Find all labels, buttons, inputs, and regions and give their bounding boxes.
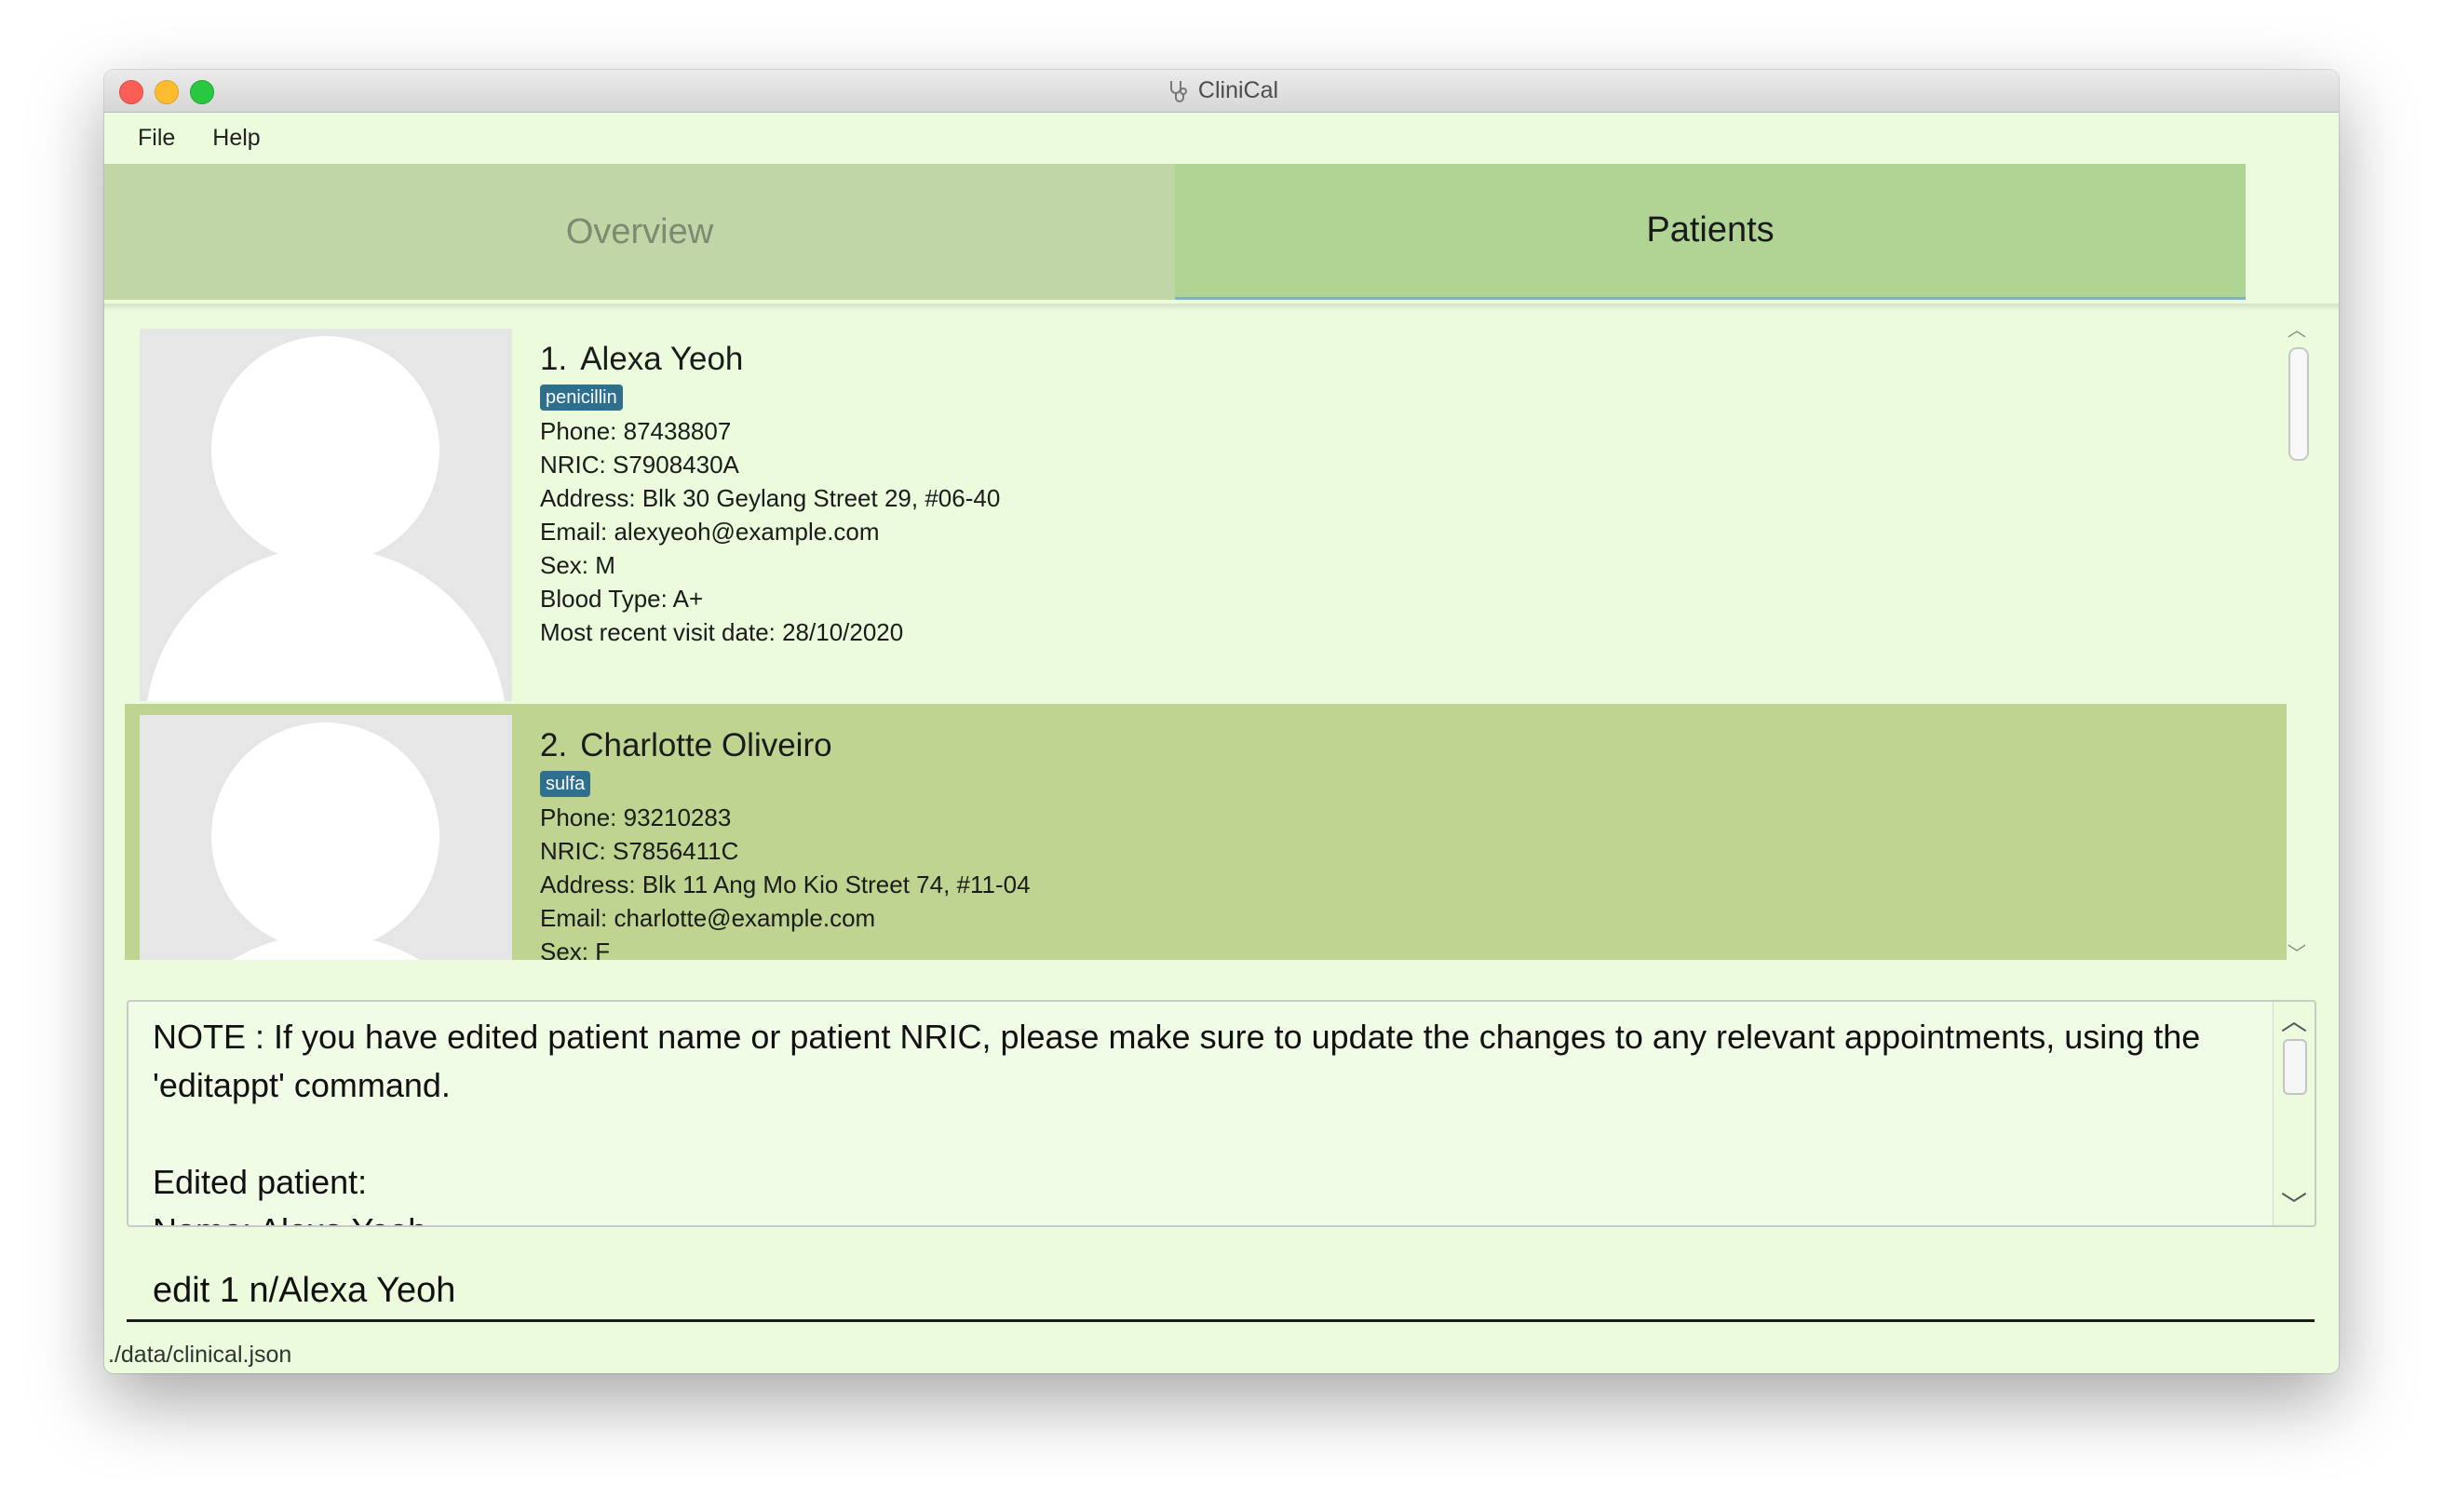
patient-sex: Sex: M	[540, 551, 615, 579]
patient-email: Email: charlotte@example.com	[540, 904, 876, 932]
stethoscope-icon	[1169, 80, 1187, 102]
title-bar: CliniCal	[104, 70, 2339, 113]
menu-bar: File Help	[104, 113, 2339, 164]
patient-phone: Phone: 87438807	[540, 417, 732, 445]
patient-email: Email: alexyeoh@example.com	[540, 518, 880, 546]
patient-visit-date: Most recent visit date: 28/10/2020	[540, 618, 904, 646]
tab-bar: Overview Patients	[104, 164, 2339, 304]
patient-nric: NRIC: S7908430A	[540, 451, 739, 479]
command-box	[127, 1263, 2324, 1322]
menu-file[interactable]: File	[104, 113, 194, 164]
patient-phone: Phone: 93210283	[540, 803, 732, 831]
patient-list[interactable]: 1. Alexa Yeoh penicillin Phone: 87438807…	[125, 317, 2287, 960]
patient-avatar	[140, 715, 512, 960]
app-window: CliniCal File Help Overview Patients 1. …	[104, 70, 2339, 1373]
allergy-tag: penicillin	[540, 385, 623, 411]
scroll-thumb[interactable]	[2288, 347, 2309, 461]
result-scrollbar[interactable]: ︿ ﹀	[2273, 1002, 2315, 1225]
tab-overview[interactable]: Overview	[104, 164, 1175, 300]
window-title: CliniCal	[1197, 77, 1279, 103]
tab-divider	[104, 304, 2339, 311]
chevron-down-icon[interactable]: ﹀	[2274, 1192, 2315, 1220]
patient-name: Charlotte Oliveiro	[580, 727, 832, 763]
tab-patients[interactable]: Patients	[1175, 164, 2246, 300]
result-text: NOTE : If you have edited patient name o…	[153, 1018, 2201, 1225]
patient-address: Address: Blk 11 Ang Mo Kio Street 74, #1…	[540, 871, 1031, 898]
patient-name-row: 1. Alexa Yeoh	[540, 338, 1000, 381]
patient-nric: NRIC: S7856411C	[540, 837, 739, 865]
patient-name-row: 2. Charlotte Oliveiro	[540, 724, 1031, 767]
patient-name: Alexa Yeoh	[580, 341, 744, 377]
patient-card[interactable]: 1. Alexa Yeoh penicillin Phone: 87438807…	[125, 317, 2287, 704]
chevron-down-icon[interactable]: ﹀	[2283, 945, 2311, 964]
patient-sex: Sex: F	[540, 938, 611, 960]
patient-index: 1.	[540, 341, 568, 377]
patient-index: 2.	[540, 727, 568, 763]
scroll-thumb[interactable]	[2283, 1039, 2307, 1095]
patient-list-scrollbar[interactable]: ︿ ﹀	[2283, 321, 2311, 964]
chevron-up-icon[interactable]: ︿	[2274, 1007, 2315, 1035]
menu-help[interactable]: Help	[194, 113, 278, 164]
patient-avatar	[140, 329, 512, 701]
chevron-up-icon[interactable]: ︿	[2283, 321, 2311, 340]
command-input[interactable]	[127, 1263, 2324, 1317]
patient-card-selected[interactable]: 2. Charlotte Oliveiro sulfa Phone: 93210…	[125, 704, 2287, 960]
result-display[interactable]: NOTE : If you have edited patient name o…	[127, 1000, 2316, 1227]
status-bar-file-path: ./data/clinical.json	[108, 1342, 292, 1368]
allergy-tag: sulfa	[540, 771, 591, 797]
patient-blood-type: Blood Type: A+	[540, 585, 704, 613]
patient-address: Address: Blk 30 Geylang Street 29, #06-4…	[540, 484, 1001, 512]
